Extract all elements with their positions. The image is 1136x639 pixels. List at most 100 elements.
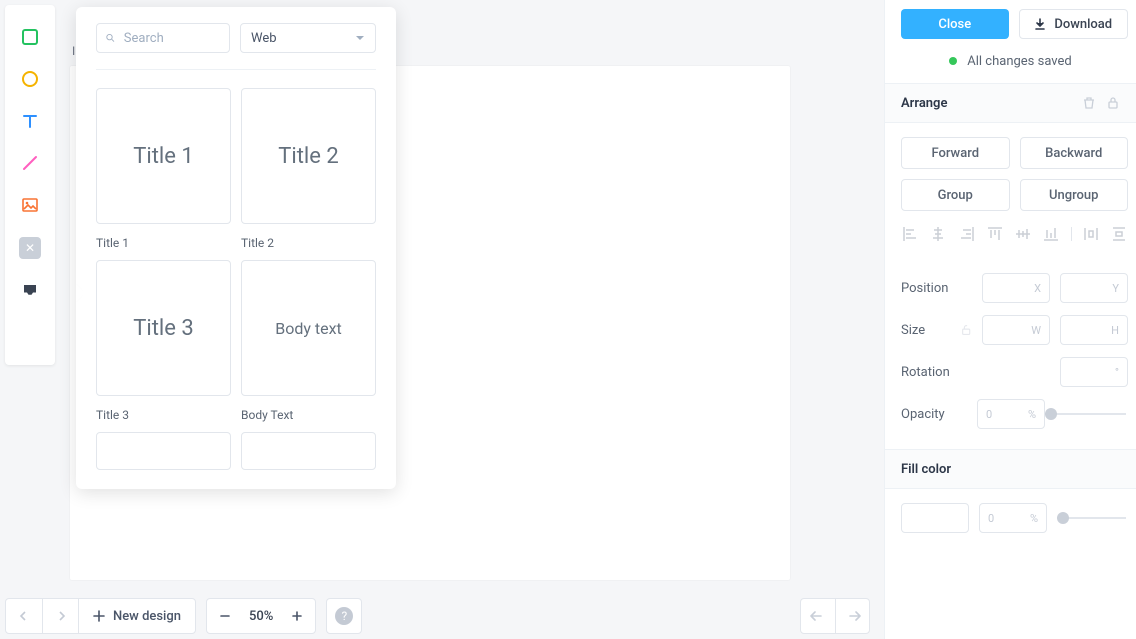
asset-thumb[interactable]: Title 3	[96, 260, 231, 396]
opacity-input[interactable]: 0 %	[977, 399, 1045, 429]
fill-value: 0	[988, 512, 994, 525]
search-input-wrap[interactable]	[96, 23, 230, 53]
undo-button[interactable]	[801, 599, 835, 633]
opacity-label: Opacity	[901, 407, 977, 422]
fill-unit: %	[1030, 512, 1038, 525]
asset-card: Body text Body Text	[241, 260, 376, 422]
asset-thumb[interactable]	[96, 432, 231, 470]
redo-button[interactable]	[835, 599, 869, 633]
asset-card: Title 3 Title 3	[96, 260, 231, 422]
zoom-group: 50%	[206, 598, 316, 634]
size-h-input[interactable]: H	[1060, 315, 1128, 345]
size-w-input[interactable]: W	[982, 315, 1050, 345]
asset-thumb[interactable]: Body text	[241, 260, 376, 396]
divider	[1071, 227, 1072, 241]
asset-label: Title 1	[96, 236, 231, 250]
forward-button[interactable]: Forward	[901, 137, 1010, 169]
tool-rectangle[interactable]	[20, 27, 40, 47]
asset-label: Title 2	[241, 236, 376, 250]
tool-image[interactable]	[20, 195, 40, 215]
align-row	[901, 221, 1128, 243]
help-button[interactable]: ?	[326, 598, 362, 634]
fill-body: 0 %	[885, 489, 1136, 547]
tool-line[interactable]	[20, 153, 40, 173]
align-hcenter-icon[interactable]	[929, 225, 947, 243]
ungroup-button[interactable]: Ungroup	[1020, 179, 1129, 211]
lock-icon[interactable]	[1106, 96, 1120, 110]
new-design-label: New design	[113, 609, 181, 624]
zoom-in[interactable]	[279, 598, 315, 634]
category-select[interactable]: Web	[240, 23, 376, 53]
page-nav: New design	[5, 598, 196, 634]
download-button[interactable]: Download	[1019, 9, 1129, 39]
minus-icon	[219, 610, 231, 622]
unlock-icon[interactable]	[960, 322, 972, 338]
next-page[interactable]	[42, 598, 78, 634]
plus-icon	[291, 610, 303, 622]
rotation-row: Rotation °	[901, 353, 1128, 385]
align-left-icon[interactable]	[901, 225, 919, 243]
asset-card	[241, 432, 376, 470]
asset-thumb[interactable]: Title 1	[96, 88, 231, 224]
asset-thumb[interactable]: Title 2	[241, 88, 376, 224]
search-icon	[105, 32, 116, 44]
slider-thumb-icon[interactable]	[1045, 408, 1057, 420]
arrange-title: Arrange	[901, 96, 947, 111]
canvas-label: I	[72, 44, 75, 58]
chevron-down-icon	[355, 33, 365, 43]
asset-thumb[interactable]	[241, 432, 376, 470]
fill-header: Fill color	[885, 449, 1136, 489]
bottom-bar: New design 50% ?	[5, 598, 362, 634]
opacity-row: Opacity 0 %	[901, 395, 1128, 427]
tool-circle[interactable]	[20, 69, 40, 89]
fill-slider[interactable]	[1063, 517, 1126, 519]
position-x-input[interactable]: X	[982, 273, 1050, 303]
close-button[interactable]: Close	[901, 9, 1009, 39]
opacity-value: 0	[986, 408, 992, 421]
download-label: Download	[1054, 17, 1112, 32]
slider-thumb-icon[interactable]	[1057, 512, 1069, 524]
zoom-out[interactable]	[207, 598, 243, 634]
asset-label: Title 3	[96, 408, 231, 422]
trash-icon[interactable]	[1082, 96, 1096, 110]
position-y-input[interactable]: Y	[1060, 273, 1128, 303]
distribute-v-icon[interactable]	[1110, 225, 1128, 243]
tool-inbox[interactable]	[20, 281, 40, 301]
fill-swatch[interactable]	[901, 503, 969, 533]
rotation-label: Rotation	[901, 365, 977, 380]
save-status-row: All changes saved	[885, 39, 1136, 83]
line-icon	[21, 154, 39, 172]
size-row: Size W H	[901, 311, 1128, 343]
size-label: Size	[901, 323, 960, 338]
inbox-icon	[21, 282, 39, 300]
search-input[interactable]	[116, 31, 221, 46]
zoom-value: 50%	[243, 609, 279, 624]
status-dot-icon	[949, 57, 957, 65]
chevron-left-icon	[19, 611, 29, 621]
asset-popover: Web Title 1 Title 1 Title 2 Title 2 Titl…	[76, 7, 396, 489]
new-design-button[interactable]: New design	[78, 598, 195, 634]
rotation-input[interactable]: °	[1060, 357, 1128, 387]
tool-text[interactable]	[20, 111, 40, 131]
right-panel: Close Download All changes saved Arrange…	[884, 0, 1136, 639]
chevron-right-icon	[56, 611, 66, 621]
opacity-unit: %	[1028, 408, 1036, 421]
align-vcenter-icon[interactable]	[1014, 225, 1032, 243]
plus-icon	[93, 610, 105, 622]
align-top-icon[interactable]	[986, 225, 1004, 243]
asset-card	[96, 432, 231, 470]
fill-opacity-input[interactable]: 0 %	[979, 503, 1047, 533]
group-button[interactable]: Group	[901, 179, 1010, 211]
opacity-slider[interactable]	[1051, 413, 1126, 415]
align-bottom-icon[interactable]	[1042, 225, 1060, 243]
backward-button[interactable]: Backward	[1020, 137, 1129, 169]
arrange-header: Arrange	[885, 83, 1136, 123]
prev-page[interactable]	[6, 598, 42, 634]
distribute-h-icon[interactable]	[1082, 225, 1100, 243]
undo-redo	[800, 598, 870, 634]
image-icon	[21, 196, 39, 214]
help-icon: ?	[335, 607, 353, 625]
tool-close[interactable]: ✕	[19, 237, 41, 259]
align-right-icon[interactable]	[958, 225, 976, 243]
close-icon: ✕	[25, 242, 35, 254]
